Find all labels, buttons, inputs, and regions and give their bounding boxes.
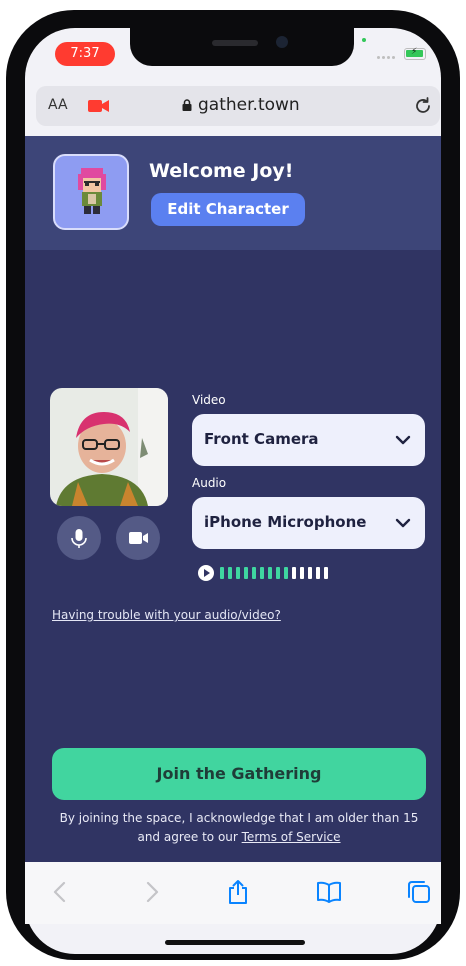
microphone-icon — [71, 529, 87, 548]
forward-icon[interactable] — [137, 878, 165, 906]
terms-of-service-link[interactable]: Terms of Service — [242, 830, 341, 844]
notch — [130, 28, 354, 66]
camera-preview — [50, 388, 168, 506]
audio-level-bar — [292, 567, 296, 579]
battery-icon: ⚡ — [404, 47, 426, 60]
audio-level-bar — [300, 567, 304, 579]
camera-toggle-button[interactable] — [116, 516, 160, 560]
speaker — [212, 40, 258, 46]
reload-icon[interactable] — [412, 95, 434, 117]
video-label: Video — [192, 393, 226, 407]
audio-level-bar — [316, 567, 320, 579]
audio-level-bar — [284, 567, 288, 579]
audio-level-bar — [308, 567, 312, 579]
audio-level-bar — [228, 567, 232, 579]
age-disclaimer: By joining the space, I acknowledge that… — [45, 809, 433, 847]
disclaimer-line-2: and agree to our Terms of Service — [45, 828, 433, 847]
character-sprite — [78, 168, 106, 214]
character-avatar[interactable] — [53, 154, 129, 230]
audio-device-select[interactable]: iPhone Microphone — [192, 497, 425, 549]
disclaimer-line-2-text: and agree to our — [137, 830, 242, 844]
welcome-title: Welcome Joy! — [149, 160, 294, 182]
url-domain[interactable]: gather.town — [198, 95, 300, 115]
welcome-header: Welcome Joy! Edit Character — [25, 136, 441, 250]
chevron-down-icon — [395, 435, 411, 445]
video-device-select[interactable]: Front Camera — [192, 414, 425, 466]
audio-level-bar — [220, 567, 224, 579]
text-size-button[interactable]: AA — [48, 97, 68, 113]
camera-icon — [129, 532, 148, 544]
front-camera-lens — [276, 36, 288, 48]
microphone-toggle-button[interactable] — [57, 516, 101, 560]
chevron-down-icon — [395, 518, 411, 528]
join-gathering-button[interactable]: Join the Gathering — [52, 748, 426, 800]
tabs-icon[interactable] — [405, 878, 433, 906]
audio-level-bar — [252, 567, 256, 579]
video-device-value: Front Camera — [204, 430, 319, 448]
lock-icon — [182, 99, 192, 111]
bookmarks-icon[interactable] — [315, 878, 343, 906]
gather-app: Welcome Joy! Edit Character Video Front … — [25, 136, 441, 862]
audio-level-bar — [244, 567, 248, 579]
camera-in-use-indicator — [362, 38, 366, 42]
audio-video-help-link[interactable]: Having trouble with your audio/video? — [52, 608, 281, 622]
audio-level-bar — [268, 567, 272, 579]
user-photo — [50, 388, 168, 506]
home-indicator — [165, 940, 305, 945]
safari-toolbar — [25, 862, 441, 924]
video-camera-icon[interactable] — [88, 98, 110, 114]
audio-label: Audio — [192, 476, 227, 490]
disclaimer-line-1: By joining the space, I acknowledge that… — [59, 811, 419, 825]
audio-level-meter — [198, 565, 328, 581]
address-bar[interactable]: AA gather.town — [36, 86, 440, 126]
back-icon[interactable] — [47, 878, 75, 906]
share-icon[interactable] — [224, 878, 252, 906]
signal-icon — [377, 56, 399, 60]
edit-character-button[interactable]: Edit Character — [151, 193, 305, 226]
status-time: 7:37 — [55, 42, 115, 66]
audio-level-bar — [260, 567, 264, 579]
audio-level-bar — [324, 567, 328, 579]
audio-device-value: iPhone Microphone — [204, 513, 367, 531]
audio-level-bar — [236, 567, 240, 579]
audio-level-bar — [276, 567, 280, 579]
